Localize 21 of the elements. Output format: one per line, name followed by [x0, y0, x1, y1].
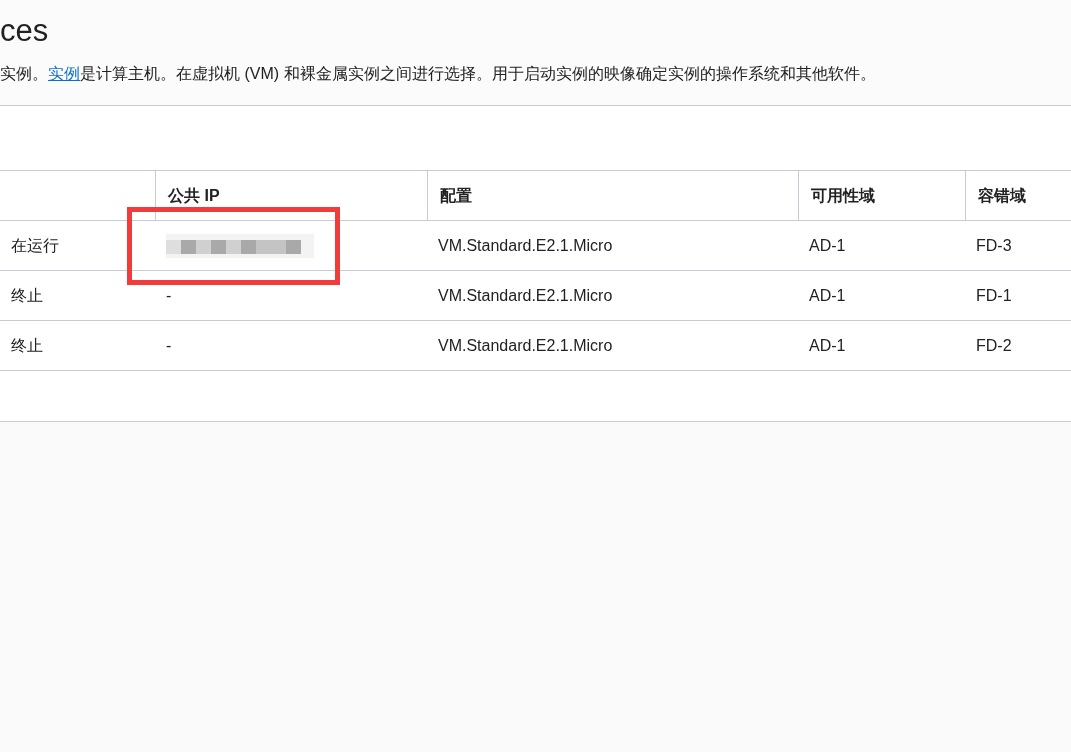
column-header: 容错域 — [978, 185, 1026, 206]
table-cell-text: FD-1 — [976, 285, 1012, 306]
instance-link[interactable]: 实例 — [48, 65, 80, 82]
table-cell-text: AD-1 — [809, 235, 846, 256]
status-text: 终止 — [11, 335, 43, 356]
table-cell-text: FD-2 — [976, 335, 1012, 356]
status-text: 在运行 — [11, 235, 59, 256]
description-text: 实例。实例是计算主机。在虚拟机 (VM) 和裸金属实例之间进行选择。用于启动实例的映像确定实例的操作系统和其他软件。 — [0, 64, 876, 84]
page-title: ces — [0, 12, 49, 50]
table-cell-text: AD-1 — [809, 335, 846, 356]
column-header: 可用性域 — [811, 185, 875, 206]
table-cell-text: VM.Standard.E2.1.Micro — [438, 335, 613, 356]
status-text: 终止 — [11, 285, 43, 306]
table-cell-text: AD-1 — [809, 285, 846, 306]
table-cell-text: VM.Standard.E2.1.Micro — [438, 285, 613, 306]
column-header: 配置 — [440, 185, 472, 206]
table-cell-text: VM.Standard.E2.1.Micro — [438, 235, 613, 256]
table-cell-text: - — [166, 285, 172, 306]
column-header: 公共 IP — [168, 185, 220, 206]
table-cell-text: FD-3 — [976, 235, 1012, 256]
table-cell-text: - — [166, 335, 172, 356]
